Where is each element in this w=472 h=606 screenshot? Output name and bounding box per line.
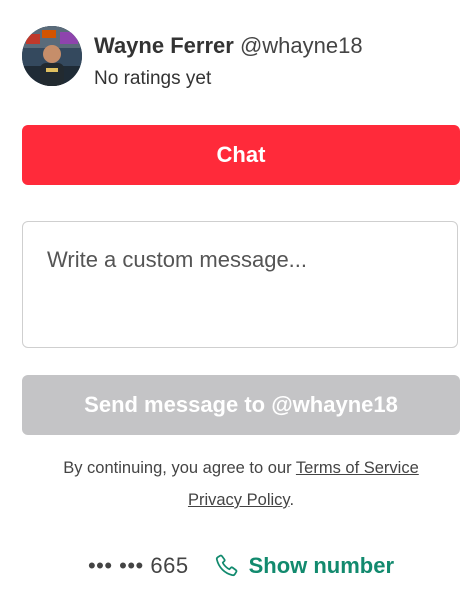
privacy-policy-link[interactable]: Privacy Policy bbox=[188, 491, 289, 509]
send-message-button[interactable]: Send message to @whayne18 bbox=[22, 375, 460, 435]
seller-profile: Wayne Ferrer @whayne18 No ratings yet bbox=[22, 26, 452, 89]
show-number-label: Show number bbox=[248, 553, 395, 578]
profile-name[interactable]: Wayne Ferrer bbox=[94, 33, 234, 58]
phone-icon bbox=[215, 554, 237, 577]
avatar[interactable] bbox=[22, 26, 82, 86]
custom-message-input[interactable] bbox=[22, 221, 458, 348]
avatar-photo bbox=[22, 26, 82, 86]
phone-row: ••• ••• 665 Show number bbox=[22, 548, 460, 584]
terms-of-service-link[interactable]: Terms of Service bbox=[296, 459, 419, 477]
terms-suffix: . bbox=[289, 491, 295, 509]
chat-button-label: Chat bbox=[216, 142, 266, 167]
ratings-status: No ratings yet bbox=[94, 68, 212, 89]
terms-notice: By continuing, you agree to our Terms of… bbox=[22, 452, 460, 516]
send-message-button-label: Send message to @whayne18 bbox=[84, 392, 398, 417]
masked-phone-number: ••• ••• 665 bbox=[87, 553, 189, 578]
profile-name-line: Wayne Ferrer @whayne18 bbox=[94, 33, 363, 59]
profile-handle: @whayne18 bbox=[239, 33, 363, 58]
chat-button[interactable]: Chat bbox=[22, 125, 460, 185]
show-number-button[interactable]: Show number bbox=[213, 553, 394, 579]
terms-prefix: By continuing, you agree to our bbox=[63, 459, 296, 477]
